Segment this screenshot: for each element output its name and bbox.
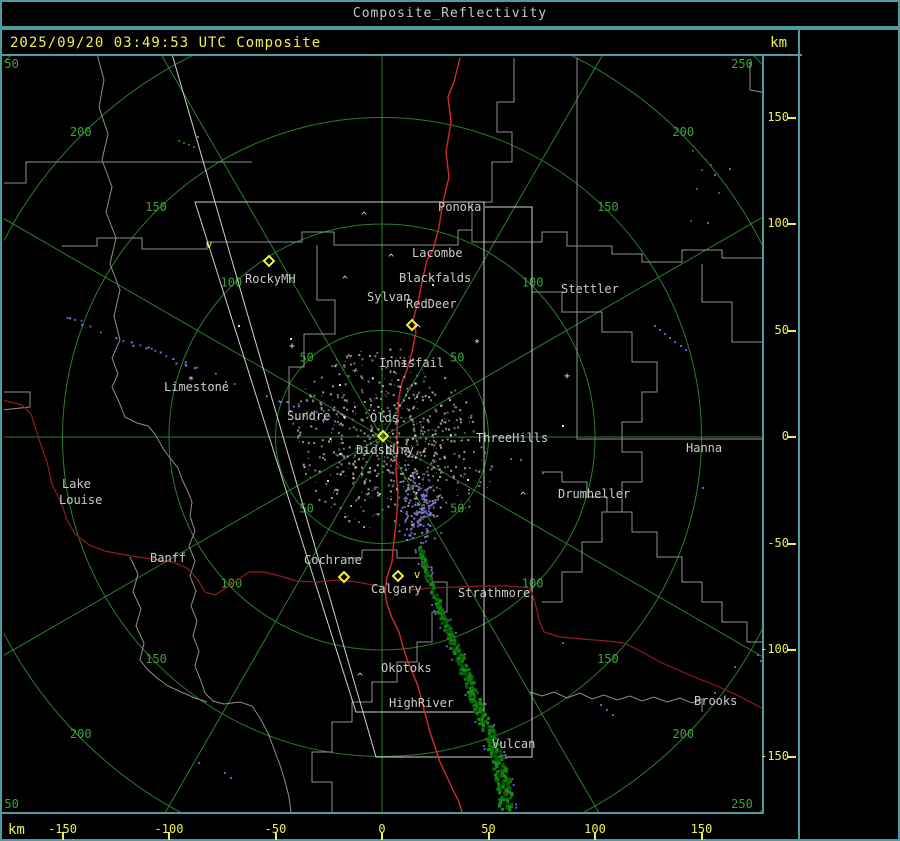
city-label-sylvan: Sylvan [367, 290, 410, 304]
svg-text:^: ^ [342, 275, 348, 286]
svg-text:200: 200 [70, 125, 92, 139]
light-precip-patch [398, 471, 443, 553]
y-tick [788, 223, 796, 225]
city-label-cochrane: Cochrane [304, 553, 362, 567]
city-label-lacombe: Lacombe [412, 246, 463, 260]
radar-map-canvas[interactable]: 5010015020025050100150200250501001502002… [4, 56, 762, 812]
x-tick [381, 832, 383, 840]
svg-text:+: + [564, 371, 570, 382]
svg-text:50: 50 [299, 501, 313, 515]
svg-text:100: 100 [522, 275, 544, 289]
y-tick-label: 100 [767, 216, 789, 230]
y-tick [788, 436, 796, 438]
svg-text:250: 250 [4, 797, 19, 811]
city-label-ponoka: Ponoka [438, 200, 481, 214]
x-axis-unit-label: km [8, 822, 25, 838]
city-labels: Ponoka Lacombe Blackfalds SylvanRedDeer Inni… [59, 200, 737, 751]
y-tick-label: 50 [774, 322, 789, 337]
svg-text:^: ^ [361, 211, 367, 222]
city-label-limestone: Limestone [164, 380, 229, 394]
y-tick-label: 0 [781, 429, 789, 443]
city-label-lake: Lake [62, 477, 91, 491]
svg-text:v: v [414, 568, 421, 581]
svg-text:50: 50 [299, 351, 313, 365]
y-tick [788, 116, 796, 119]
city-label-rockymh: RockyMH [245, 272, 296, 286]
svg-text:200: 200 [70, 727, 92, 741]
svg-text:^: ^ [520, 491, 526, 502]
x-tick [274, 832, 277, 840]
timestamp-label: 2025/09/20 03:49:53 UTC Composite [10, 35, 322, 51]
svg-text:150: 150 [597, 200, 619, 214]
svg-text:150: 150 [145, 200, 167, 214]
y-tick [788, 649, 796, 651]
y-tick [788, 755, 796, 758]
city-label-threehills: ThreeHills [476, 431, 548, 445]
svg-text:200: 200 [672, 727, 694, 741]
x-tick [61, 832, 64, 840]
svg-text:^: ^ [415, 324, 421, 335]
y-tick-label: -150 [760, 748, 789, 763]
x-tick [700, 832, 703, 840]
city-label-louise: Louise [59, 493, 102, 507]
coverage-outlines [172, 56, 533, 758]
city-label-okotoks: Okotoks [381, 661, 432, 675]
svg-text:250: 250 [731, 797, 753, 811]
map-border [2, 812, 764, 814]
city-label-strathmore: Strathmore [458, 586, 530, 600]
city-label-vulcan: Vulcan [492, 737, 535, 751]
city-label-hanna: Hanna [686, 441, 722, 455]
city-label-stettler: Stettler [561, 282, 619, 296]
svg-text:+: + [289, 341, 295, 352]
window-title: Composite_Reflectivity [0, 0, 900, 28]
svg-text:100: 100 [221, 275, 243, 289]
municipal-boundaries [4, 56, 762, 812]
radar-display-frame: 2025/09/20 03:49:53 UTC Composite km 50 1… [0, 28, 900, 841]
city-label-drumheller: Drumheller [558, 487, 630, 501]
city-label-calgary: Calgary [371, 582, 422, 596]
svg-text:^: ^ [333, 488, 339, 499]
range-ring-labels: 5010015020025050100150200250501001502002… [4, 57, 753, 811]
y-tick [788, 542, 796, 545]
city-label-didsbury: Didsbury [356, 443, 414, 457]
svg-text:^: ^ [388, 253, 394, 264]
svg-text:150: 150 [145, 652, 167, 666]
x-tick [168, 832, 170, 840]
city-label-innisfail: Innisfail [379, 356, 444, 370]
city-label-highriver: HighRiver [389, 696, 454, 710]
svg-text:v: v [206, 238, 213, 251]
svg-text:*: * [474, 338, 480, 349]
svg-text:50: 50 [450, 351, 464, 365]
city-label-olds: Olds [370, 411, 399, 425]
y-tick [788, 329, 796, 332]
x-tick [594, 832, 596, 840]
city-label-banff: Banff [150, 551, 186, 565]
y-tick-label: -50 [767, 535, 789, 550]
svg-text:200: 200 [672, 125, 694, 139]
svg-text:^: ^ [357, 672, 363, 683]
divider [798, 30, 800, 839]
city-label-sundre: Sundre [287, 409, 330, 423]
city-label-blackfalds: Blackfalds [399, 271, 471, 285]
svg-text:150: 150 [597, 652, 619, 666]
x-tick [487, 832, 490, 840]
city-label-reddeer: RedDeer [406, 297, 457, 311]
y-tick-label: -100 [760, 642, 789, 656]
legend-panel: dBZ 807065605754514845423936333020100-10… [802, 30, 898, 839]
svg-text:250: 250 [4, 57, 19, 71]
city-label-brooks: Brooks [694, 694, 737, 708]
y-axis-unit-label: km [770, 35, 787, 51]
y-tick-label: 150 [767, 109, 789, 124]
